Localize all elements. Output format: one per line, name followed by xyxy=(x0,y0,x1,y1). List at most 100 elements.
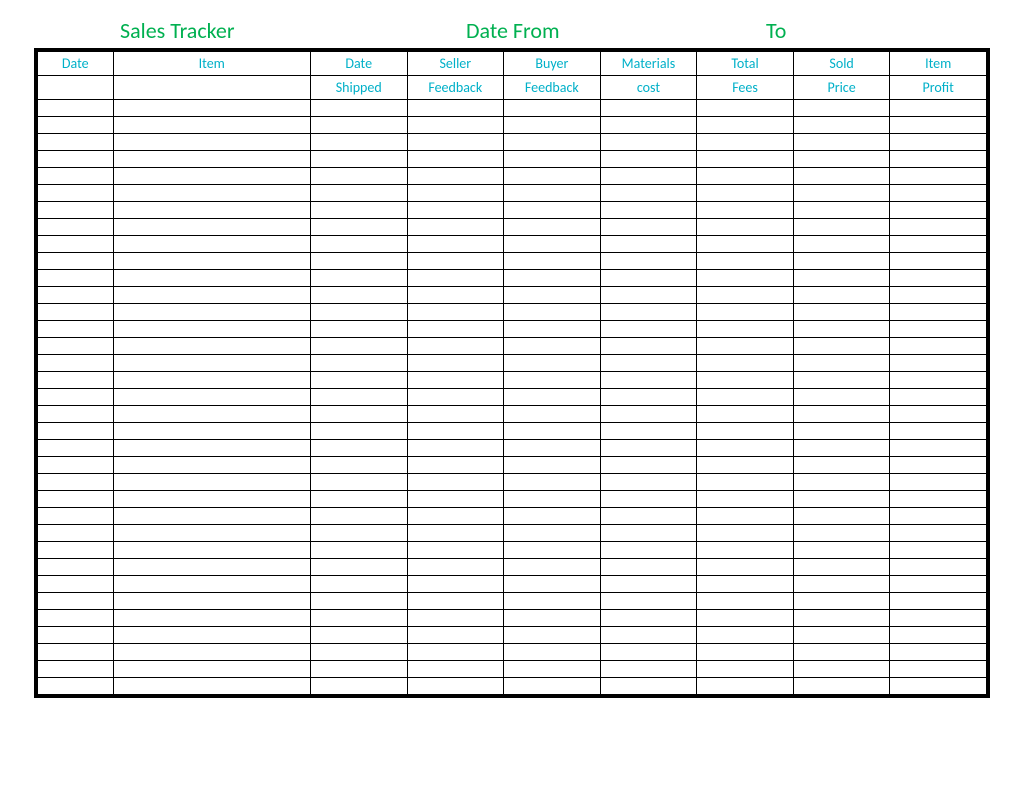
cell[interactable] xyxy=(793,542,890,559)
cell[interactable] xyxy=(310,151,407,168)
cell[interactable] xyxy=(504,253,601,270)
cell[interactable] xyxy=(310,627,407,644)
cell[interactable] xyxy=(890,304,987,321)
cell[interactable] xyxy=(793,100,890,117)
cell[interactable] xyxy=(890,185,987,202)
cell[interactable] xyxy=(600,100,697,117)
cell[interactable] xyxy=(600,338,697,355)
cell[interactable] xyxy=(310,678,407,695)
cell[interactable] xyxy=(890,423,987,440)
cell[interactable] xyxy=(697,389,794,406)
cell[interactable] xyxy=(600,576,697,593)
cell[interactable] xyxy=(890,542,987,559)
cell[interactable] xyxy=(38,627,114,644)
cell[interactable] xyxy=(890,134,987,151)
cell[interactable] xyxy=(504,117,601,134)
cell[interactable] xyxy=(697,321,794,338)
cell[interactable] xyxy=(697,355,794,372)
cell[interactable] xyxy=(310,219,407,236)
cell[interactable] xyxy=(310,355,407,372)
cell[interactable] xyxy=(697,474,794,491)
cell[interactable] xyxy=(113,440,310,457)
cell[interactable] xyxy=(113,644,310,661)
cell[interactable] xyxy=(407,678,504,695)
cell[interactable] xyxy=(310,661,407,678)
cell[interactable] xyxy=(793,661,890,678)
cell[interactable] xyxy=(793,678,890,695)
cell[interactable] xyxy=(38,134,114,151)
cell[interactable] xyxy=(504,542,601,559)
cell[interactable] xyxy=(113,423,310,440)
cell[interactable] xyxy=(38,423,114,440)
cell[interactable] xyxy=(38,559,114,576)
cell[interactable] xyxy=(38,525,114,542)
cell[interactable] xyxy=(407,457,504,474)
cell[interactable] xyxy=(310,610,407,627)
cell[interactable] xyxy=(38,321,114,338)
cell[interactable] xyxy=(407,287,504,304)
cell[interactable] xyxy=(697,593,794,610)
cell[interactable] xyxy=(890,151,987,168)
cell[interactable] xyxy=(504,372,601,389)
cell[interactable] xyxy=(113,117,310,134)
cell[interactable] xyxy=(407,559,504,576)
cell[interactable] xyxy=(697,134,794,151)
cell[interactable] xyxy=(600,253,697,270)
cell[interactable] xyxy=(793,440,890,457)
cell[interactable] xyxy=(113,287,310,304)
cell[interactable] xyxy=(697,661,794,678)
cell[interactable] xyxy=(113,474,310,491)
cell[interactable] xyxy=(310,168,407,185)
cell[interactable] xyxy=(697,423,794,440)
cell[interactable] xyxy=(113,610,310,627)
cell[interactable] xyxy=(697,372,794,389)
cell[interactable] xyxy=(407,525,504,542)
cell[interactable] xyxy=(600,151,697,168)
cell[interactable] xyxy=(113,559,310,576)
cell[interactable] xyxy=(38,389,114,406)
cell[interactable] xyxy=(793,644,890,661)
cell[interactable] xyxy=(793,457,890,474)
cell[interactable] xyxy=(113,661,310,678)
cell[interactable] xyxy=(890,355,987,372)
cell[interactable] xyxy=(600,508,697,525)
cell[interactable] xyxy=(38,236,114,253)
cell[interactable] xyxy=(407,117,504,134)
cell[interactable] xyxy=(504,627,601,644)
cell[interactable] xyxy=(310,287,407,304)
cell[interactable] xyxy=(310,423,407,440)
cell[interactable] xyxy=(890,100,987,117)
cell[interactable] xyxy=(697,542,794,559)
cell[interactable] xyxy=(407,321,504,338)
cell[interactable] xyxy=(600,304,697,321)
cell[interactable] xyxy=(113,168,310,185)
cell[interactable] xyxy=(407,202,504,219)
cell[interactable] xyxy=(113,134,310,151)
cell[interactable] xyxy=(310,440,407,457)
cell[interactable] xyxy=(407,593,504,610)
cell[interactable] xyxy=(600,542,697,559)
cell[interactable] xyxy=(793,219,890,236)
cell[interactable] xyxy=(890,202,987,219)
cell[interactable] xyxy=(890,474,987,491)
cell[interactable] xyxy=(504,525,601,542)
cell[interactable] xyxy=(697,338,794,355)
cell[interactable] xyxy=(600,389,697,406)
cell[interactable] xyxy=(38,508,114,525)
cell[interactable] xyxy=(113,508,310,525)
cell[interactable] xyxy=(310,542,407,559)
cell[interactable] xyxy=(113,491,310,508)
cell[interactable] xyxy=(600,627,697,644)
cell[interactable] xyxy=(600,355,697,372)
cell[interactable] xyxy=(504,423,601,440)
cell[interactable] xyxy=(793,270,890,287)
cell[interactable] xyxy=(504,202,601,219)
cell[interactable] xyxy=(310,508,407,525)
cell[interactable] xyxy=(697,576,794,593)
cell[interactable] xyxy=(793,202,890,219)
cell[interactable] xyxy=(113,253,310,270)
cell[interactable] xyxy=(504,270,601,287)
cell[interactable] xyxy=(793,236,890,253)
cell[interactable] xyxy=(890,644,987,661)
cell[interactable] xyxy=(407,576,504,593)
